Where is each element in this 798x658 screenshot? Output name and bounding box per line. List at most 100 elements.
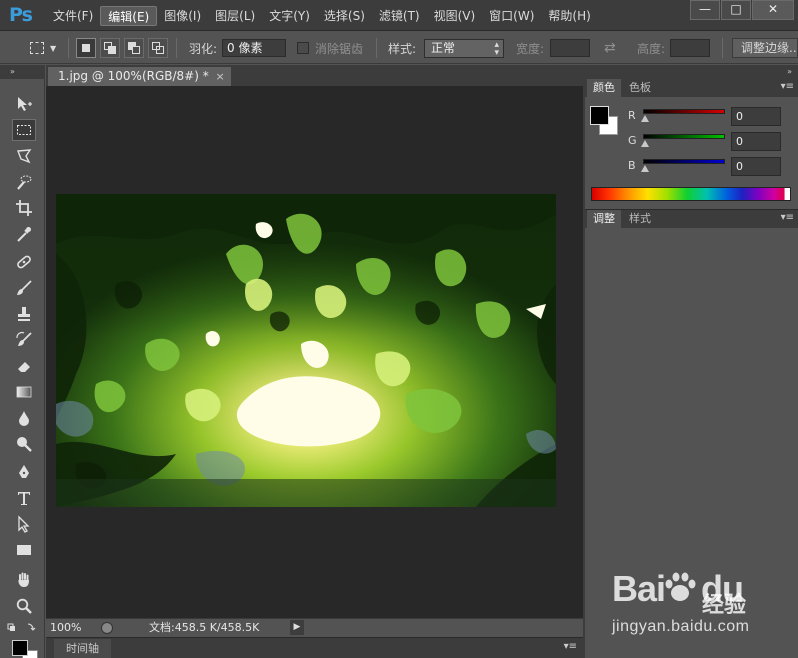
pen-tool[interactable] bbox=[12, 461, 36, 483]
toolbox-collapse[interactable]: » bbox=[0, 65, 45, 79]
eyedropper-tool[interactable] bbox=[12, 223, 36, 245]
crop-icon bbox=[16, 200, 32, 216]
red-value[interactable]: 0 bbox=[731, 107, 781, 126]
gradient-icon bbox=[16, 386, 32, 398]
document-size: 文档:458.5 K/458.5K bbox=[149, 621, 260, 634]
eyedropper-icon bbox=[17, 227, 31, 242]
eraser-tool[interactable] bbox=[12, 355, 36, 377]
minimize-button[interactable]: — bbox=[690, 0, 720, 20]
water-drop-icon bbox=[19, 411, 29, 426]
menu-image[interactable]: 图像(I) bbox=[157, 6, 208, 26]
menu-help[interactable]: 帮助(H) bbox=[541, 6, 597, 26]
close-tab-icon[interactable]: × bbox=[216, 67, 225, 86]
subtract-from-selection-button[interactable] bbox=[124, 38, 144, 58]
menu-type[interactable]: 文字(Y) bbox=[262, 6, 317, 26]
rectangle-tool[interactable] bbox=[12, 539, 36, 561]
panel-menu-icon[interactable]: ▾≡ bbox=[781, 81, 794, 92]
blue-value[interactable]: 0 bbox=[731, 157, 781, 176]
swap-reset-colors[interactable] bbox=[6, 621, 38, 635]
separator bbox=[722, 32, 723, 64]
menu-layer[interactable]: 图层(L) bbox=[208, 6, 262, 26]
cutout-filtered-photo bbox=[56, 194, 556, 507]
add-to-selection-button[interactable] bbox=[100, 38, 120, 58]
select-arrows-icon: ▴ ▾ bbox=[494, 39, 499, 58]
menu-window[interactable]: 窗口(W) bbox=[482, 6, 541, 26]
feather-label: 羽化: bbox=[189, 41, 218, 56]
tab-adjustments[interactable]: 调整 bbox=[587, 210, 621, 228]
zoom-level[interactable]: 100% bbox=[50, 619, 81, 636]
timeline-panel-bar: 时间轴 ▾≡ bbox=[46, 637, 583, 658]
tab-styles[interactable]: 样式 bbox=[623, 210, 657, 228]
intersect-selection-button[interactable] bbox=[148, 38, 168, 58]
quick-selection-tool[interactable] bbox=[12, 171, 36, 193]
dodge-tool[interactable] bbox=[12, 433, 36, 455]
document-tab[interactable]: 1.jpg @ 100%(RGB/8#) * × bbox=[48, 67, 231, 86]
blue-slider[interactable] bbox=[643, 159, 725, 164]
path-selection-tool[interactable] bbox=[12, 513, 36, 535]
foreground-color-swatch[interactable] bbox=[12, 640, 28, 656]
clone-stamp-tool[interactable] bbox=[12, 303, 36, 325]
menu-file[interactable]: 文件(F) bbox=[46, 6, 100, 26]
antialias-checkbox[interactable] bbox=[297, 42, 309, 54]
height-label: 高度: bbox=[637, 41, 666, 56]
crop-tool[interactable] bbox=[12, 197, 36, 219]
swap-dimensions-icon[interactable]: ⇄ bbox=[604, 40, 616, 56]
canvas-area[interactable] bbox=[46, 86, 583, 618]
blue-label: B bbox=[628, 159, 636, 172]
document-image[interactable] bbox=[56, 194, 556, 507]
refine-edge-button[interactable]: 调整边缘... bbox=[732, 38, 798, 58]
type-tool[interactable] bbox=[12, 487, 36, 509]
green-slider[interactable] bbox=[643, 134, 725, 139]
width-input[interactable] bbox=[550, 39, 590, 57]
panel-menu-icon[interactable]: ▾≡ bbox=[564, 641, 577, 652]
selection-mode-group bbox=[76, 32, 172, 64]
panel-menu-icon[interactable]: ▾≡ bbox=[781, 212, 794, 223]
menu-view[interactable]: 视图(V) bbox=[427, 6, 483, 26]
close-window-button[interactable]: ✕ bbox=[752, 0, 794, 20]
menu-bar: Ps 文件(F) 编辑(E) 图像(I) 图层(L) 文字(Y) 选择(S) 滤… bbox=[0, 0, 798, 31]
move-tool[interactable] bbox=[12, 93, 36, 115]
style-select[interactable]: 正常 ▴ ▾ bbox=[424, 38, 504, 58]
separator bbox=[68, 32, 69, 64]
separator bbox=[176, 32, 177, 64]
path-select-arrow-icon bbox=[18, 515, 30, 533]
marquee-icon bbox=[17, 125, 31, 135]
foreground-color-box[interactable] bbox=[590, 106, 609, 125]
maximize-button[interactable]: □ bbox=[721, 0, 751, 20]
red-label: R bbox=[628, 109, 636, 122]
hand-icon bbox=[18, 572, 29, 587]
history-brush-tool[interactable] bbox=[12, 329, 36, 351]
new-selection-button[interactable] bbox=[76, 38, 96, 58]
blue-slider-thumb[interactable] bbox=[641, 165, 649, 172]
menu-filter[interactable]: 滤镜(T) bbox=[372, 6, 427, 26]
healing-brush-tool[interactable] bbox=[12, 251, 36, 273]
antialias-option[interactable]: 消除锯齿 bbox=[297, 32, 363, 64]
blur-tool[interactable] bbox=[12, 407, 36, 429]
lasso-tool[interactable] bbox=[12, 145, 36, 167]
timeline-tab[interactable]: 时间轴 bbox=[54, 639, 111, 658]
rectangular-marquee-tool[interactable] bbox=[12, 119, 36, 141]
color-spectrum-bar[interactable] bbox=[591, 187, 791, 201]
quick-selection-icon bbox=[17, 175, 32, 190]
brush-tool[interactable] bbox=[12, 277, 36, 299]
status-menu-arrow[interactable]: ▶ bbox=[290, 620, 304, 635]
hand-tool[interactable] bbox=[12, 569, 36, 591]
tab-color[interactable]: 颜色 bbox=[587, 79, 621, 97]
green-slider-thumb[interactable] bbox=[641, 140, 649, 147]
tool-preset-picker[interactable]: ▼ bbox=[30, 32, 56, 64]
red-slider-thumb[interactable] bbox=[641, 115, 649, 122]
tab-swatches[interactable]: 色板 bbox=[623, 79, 657, 97]
feather-input[interactable]: 0 像素 bbox=[222, 39, 286, 57]
height-input[interactable] bbox=[670, 39, 710, 57]
red-slider[interactable] bbox=[643, 109, 725, 114]
menu-edit[interactable]: 编辑(E) bbox=[100, 6, 158, 26]
green-value[interactable]: 0 bbox=[731, 132, 781, 151]
magnifier-dodge-icon bbox=[17, 437, 32, 452]
gradient-tool[interactable] bbox=[12, 381, 36, 403]
zoom-tool[interactable] bbox=[12, 595, 36, 617]
status-info-icon[interactable] bbox=[101, 622, 113, 634]
antialias-label: 消除锯齿 bbox=[315, 41, 364, 56]
panel-collapse[interactable]: » bbox=[585, 65, 798, 79]
menu-select[interactable]: 选择(S) bbox=[317, 6, 372, 26]
width-label: 宽度: bbox=[516, 41, 545, 56]
